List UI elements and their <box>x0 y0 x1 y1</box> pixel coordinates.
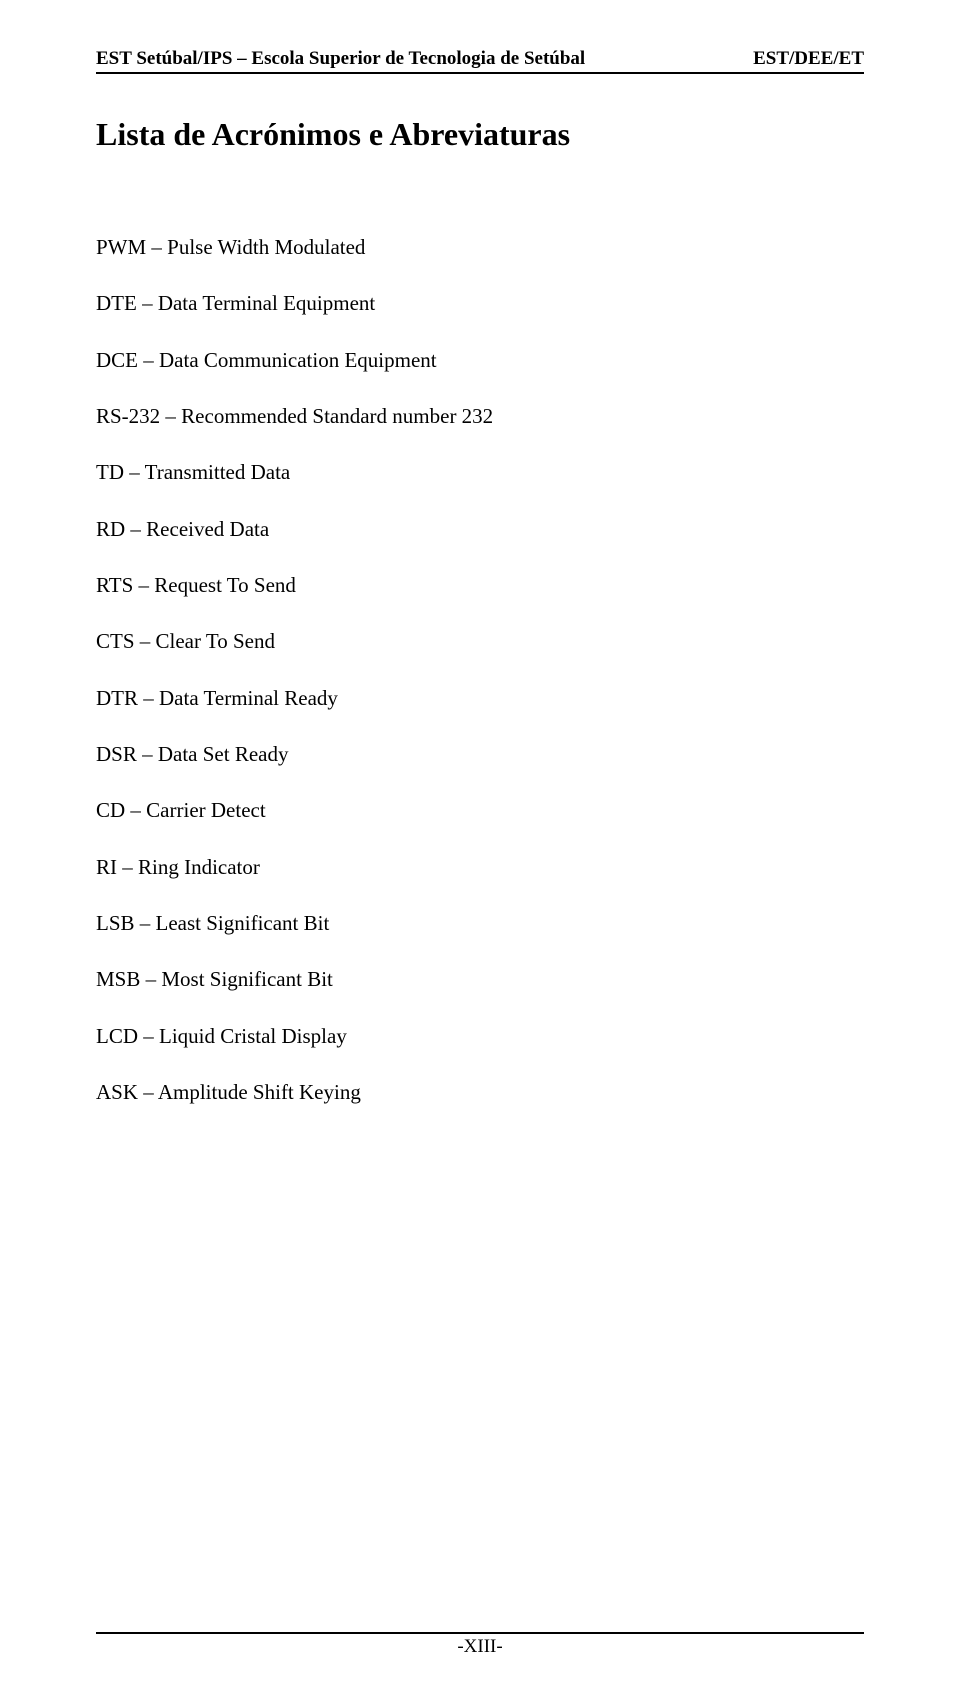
list-item: ASK – Amplitude Shift Keying <box>96 1078 864 1106</box>
list-item: CD – Carrier Detect <box>96 796 864 824</box>
list-item: PWM – Pulse Width Modulated <box>96 233 864 261</box>
page-footer: -XIII- <box>96 1632 864 1658</box>
list-item: MSB – Most Significant Bit <box>96 965 864 993</box>
list-item: LCD – Liquid Cristal Display <box>96 1022 864 1050</box>
list-item: DTE – Data Terminal Equipment <box>96 289 864 317</box>
list-item: TD – Transmitted Data <box>96 458 864 486</box>
acronym-list: PWM – Pulse Width Modulated DTE – Data T… <box>96 233 864 1135</box>
list-item: LSB – Least Significant Bit <box>96 909 864 937</box>
list-item: RD – Received Data <box>96 515 864 543</box>
page-title: Lista de Acrónimos e Abreviaturas <box>96 116 864 153</box>
list-item: RS-232 – Recommended Standard number 232 <box>96 402 864 430</box>
header-right: EST/DEE/ET <box>753 48 864 70</box>
list-item: CTS – Clear To Send <box>96 627 864 655</box>
list-item: RI – Ring Indicator <box>96 853 864 881</box>
list-item: DTR – Data Terminal Ready <box>96 684 864 712</box>
list-item: DSR – Data Set Ready <box>96 740 864 768</box>
page: EST Setúbal/IPS – Escola Superior de Tec… <box>0 0 960 1706</box>
list-item: DCE – Data Communication Equipment <box>96 346 864 374</box>
list-item: RTS – Request To Send <box>96 571 864 599</box>
header-left: EST Setúbal/IPS – Escola Superior de Tec… <box>96 48 585 70</box>
page-header: EST Setúbal/IPS – Escola Superior de Tec… <box>96 48 864 74</box>
